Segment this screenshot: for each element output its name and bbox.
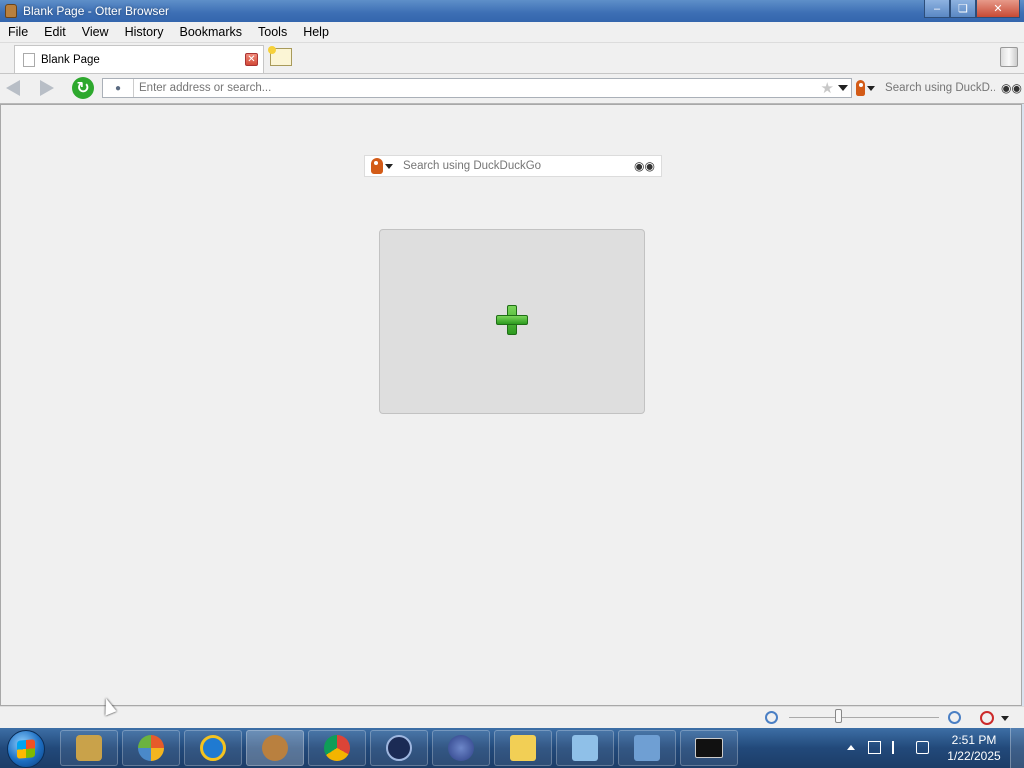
binoculars-icon[interactable]: ◉◉ [634, 159, 655, 173]
menu-edit[interactable]: Edit [36, 25, 74, 39]
tab-blank-page[interactable]: Blank Page ✕ [14, 45, 264, 73]
status-bar [0, 706, 1024, 729]
new-tab-icon[interactable] [268, 46, 292, 66]
taskbar-app-11[interactable] [680, 730, 738, 766]
page-content: ◉◉ [0, 104, 1022, 706]
tray-expand-icon[interactable] [847, 745, 855, 750]
duckduckgo-icon[interactable] [856, 80, 866, 96]
taskbar-otter-browser[interactable] [246, 730, 304, 766]
binoculars-icon[interactable]: ◉◉ [1001, 81, 1022, 95]
plus-icon [496, 305, 528, 337]
taskbar-app-8[interactable] [494, 730, 552, 766]
close-window-button[interactable]: ✕ [976, 0, 1020, 18]
address-input[interactable] [134, 81, 821, 95]
tab-label: Blank Page [41, 53, 100, 66]
show-desktop-button[interactable] [1010, 728, 1024, 768]
address-bar: ● ★ [102, 78, 852, 98]
taskbar-app-6[interactable] [370, 730, 428, 766]
page-search-input[interactable] [401, 159, 631, 173]
site-info-icon[interactable]: ● [103, 79, 134, 97]
duckduckgo-icon[interactable] [371, 158, 383, 174]
star-icon[interactable]: ★ [821, 79, 834, 97]
search-engine-dropdown-icon[interactable] [385, 163, 393, 169]
taskbar-app-9[interactable] [556, 730, 614, 766]
menu-bar: File Edit View History Bookmarks Tools H… [0, 22, 1024, 43]
chrome-icon [324, 735, 350, 761]
menu-history[interactable]: History [117, 25, 172, 39]
system-tray: 2:51 PM 1/22/2025 [842, 728, 1024, 768]
menu-view[interactable]: View [74, 25, 117, 39]
taskbar-app-7[interactable] [432, 730, 490, 766]
folder-icon [510, 735, 536, 761]
search-engine-dropdown-icon[interactable] [867, 85, 876, 91]
reload-icon[interactable]: ↻ [72, 77, 94, 99]
toolbar-search-box: ◉◉ [856, 78, 1022, 98]
command-prompt-icon [695, 738, 723, 758]
menu-tools[interactable]: Tools [250, 25, 295, 39]
otter-app-icon [5, 4, 17, 18]
menu-bookmarks[interactable]: Bookmarks [171, 25, 250, 39]
menu-file[interactable]: File [0, 25, 36, 39]
taskbar-app-10[interactable] [618, 730, 676, 766]
tab-close-icon[interactable]: ✕ [245, 53, 258, 66]
tab-bar: Blank Page ✕ [0, 43, 1024, 74]
moon-app-icon [386, 735, 412, 761]
volume-muted-icon[interactable] [916, 741, 929, 754]
taskbar: 2:51 PM 1/22/2025 [0, 728, 1024, 768]
maximize-button[interactable]: ❏ [950, 0, 976, 18]
taskbar-app-2[interactable] [122, 730, 180, 766]
clock-time[interactable]: 2:51 PM [942, 733, 1006, 747]
menu-help[interactable]: Help [295, 25, 337, 39]
window-controls: – ❏ ✕ [924, 0, 1020, 18]
network-icon[interactable] [868, 741, 881, 754]
window-title: Blank Page - Otter Browser [23, 4, 170, 18]
clock-date[interactable]: 1/22/2025 [942, 749, 1006, 763]
blocked-icon[interactable] [980, 711, 994, 725]
back-icon[interactable] [6, 80, 20, 96]
minimize-icon: – [933, 2, 941, 15]
windows-start-icon[interactable] [7, 730, 45, 768]
trash-icon[interactable] [1000, 47, 1018, 67]
title-bar: Blank Page - Otter Browser – ❏ ✕ [0, 0, 1024, 22]
taskbar-app-5[interactable] [308, 730, 366, 766]
navigation-bar: ↻ ● ★ ◉◉ [0, 74, 1024, 104]
page-search-box: ◉◉ [364, 155, 662, 177]
flag-icon[interactable] [892, 741, 902, 754]
zoom-slider-thumb[interactable] [835, 709, 842, 723]
taskbar-app-1[interactable] [60, 730, 118, 766]
close-icon: ✕ [993, 3, 1003, 15]
zoom-in-icon[interactable] [948, 711, 961, 724]
zoom-slider-track[interactable] [789, 717, 939, 718]
control-panel-icon [572, 735, 598, 761]
eclipse-icon [448, 735, 474, 761]
forward-icon[interactable] [40, 80, 54, 96]
lock-app-icon [76, 735, 102, 761]
windows-app-icon [138, 735, 164, 761]
dropdown-icon[interactable] [1001, 716, 1009, 721]
page-icon [23, 52, 35, 67]
zoom-out-icon[interactable] [765, 711, 778, 724]
dropdown-icon[interactable] [838, 85, 848, 91]
minimize-button[interactable]: – [924, 0, 950, 18]
maximize-icon: ❏ [958, 3, 968, 15]
network-app-icon [634, 735, 660, 761]
toolbar-search-input[interactable] [883, 81, 998, 95]
internet-explorer-icon [200, 735, 226, 761]
taskbar-app-3[interactable] [184, 730, 242, 766]
speed-dial-add-tile[interactable] [379, 229, 645, 414]
otter-app-icon [262, 735, 288, 761]
